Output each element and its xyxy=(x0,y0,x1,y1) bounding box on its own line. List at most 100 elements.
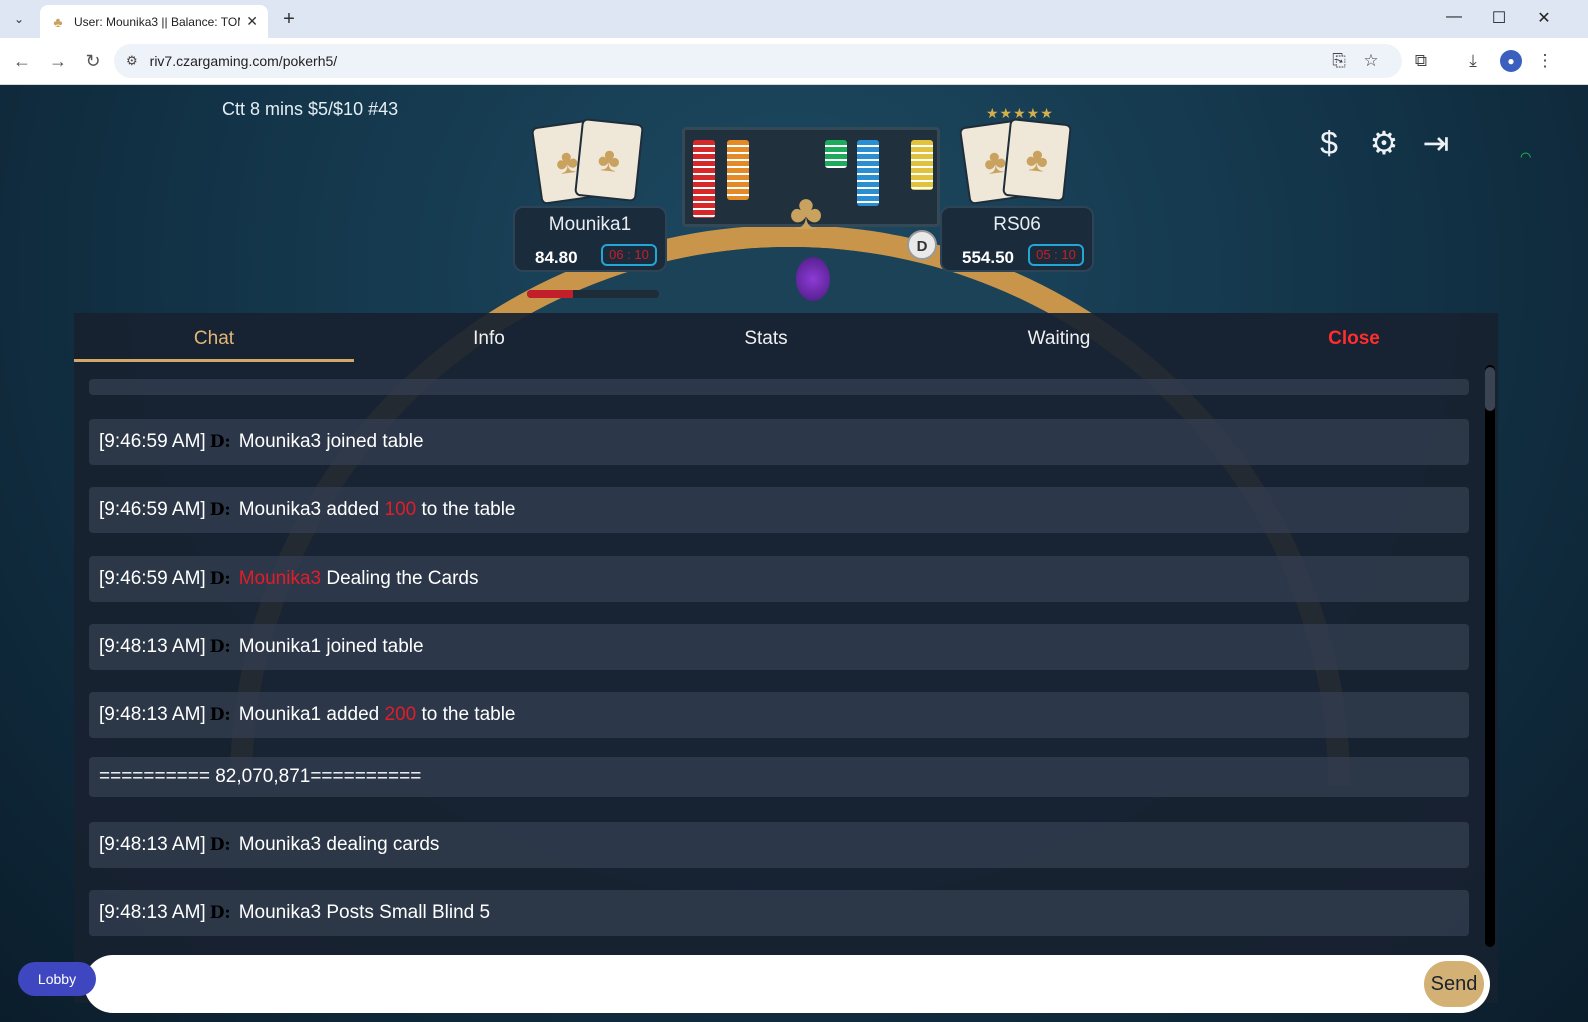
player-name: Mounika1 xyxy=(548,214,632,235)
message-text: Mounika3 dealing cards xyxy=(238,834,440,855)
player-timer: 06 : 10 xyxy=(601,244,657,266)
message-text: Mounika3 joined table xyxy=(238,431,424,452)
card-back-icon: ♣ xyxy=(574,117,644,203)
browser-tab-bar: ⌄ ♣ User: Mounika3 || Balance: TOM ✕ + —… xyxy=(0,0,1588,38)
blue-chip-stack xyxy=(857,140,879,206)
dealer-icon: D: xyxy=(209,705,231,725)
install-app-icon[interactable]: ⎘ xyxy=(1328,51,1350,71)
message-text: to the table xyxy=(416,704,516,725)
message-time: [9:46:59 AM] xyxy=(99,499,206,520)
orange-chip-stack xyxy=(727,140,749,200)
forward-arrow-icon[interactable]: → xyxy=(46,50,70,72)
turn-progress-fill xyxy=(527,290,574,298)
chat-panel: Chat Info Stats Waiting Close [9:46:59 A… xyxy=(74,313,1498,1003)
message-time: [9:46:59 AM] xyxy=(99,568,206,589)
chat-scrollbar[interactable] xyxy=(1485,365,1495,947)
chat-scrollbar-thumb[interactable] xyxy=(1485,367,1495,411)
message-text: to the table xyxy=(416,499,516,520)
url-text: riv7.czargaming.com/pokerh5/ xyxy=(149,53,338,69)
message-highlight: Mounika3 xyxy=(238,568,322,589)
maximize-button[interactable]: ☐ xyxy=(1487,8,1511,28)
back-arrow-icon[interactable]: ← xyxy=(10,50,34,72)
message-text: Mounika3 Posts Small Blind 5 xyxy=(238,902,491,923)
address-bar[interactable]: ⚙ riv7.czargaming.com/pokerh5/ xyxy=(114,44,1402,78)
tab-close[interactable]: Close xyxy=(1284,328,1424,350)
minimize-button[interactable]: — xyxy=(1442,8,1466,26)
chat-input[interactable] xyxy=(114,965,1414,1003)
hole-cards: ♣ ♣ xyxy=(958,117,1072,205)
message-time: [9:48:13 AM] xyxy=(99,902,206,923)
message-time: [9:48:13 AM] xyxy=(99,834,206,855)
player-timer: 05 : 10 xyxy=(1028,244,1084,266)
lobby-button[interactable]: Lobby xyxy=(18,962,96,996)
downloads-icon[interactable]: ⤓ xyxy=(1462,51,1484,71)
tab-title: User: Mounika3 || Balance: TOM xyxy=(74,14,241,29)
browser-toolbar: ← → ↻ ⚙ riv7.czargaming.com/pokerh5/ ⎘ ☆… xyxy=(0,38,1588,85)
tab-chat[interactable]: Chat xyxy=(74,328,354,350)
browser-tab[interactable]: ♣ User: Mounika3 || Balance: TOM ✕ xyxy=(40,5,268,38)
message-time: [9:48:13 AM] xyxy=(99,704,206,725)
list-item: [9:46:59 AM] D: Mounika3 joined table xyxy=(89,419,1469,465)
message-text: Mounika1 added xyxy=(238,704,385,725)
card-back-icon: ♣ xyxy=(1002,117,1072,203)
bookmark-star-icon[interactable]: ☆ xyxy=(1360,51,1382,71)
send-button[interactable]: Send xyxy=(1424,961,1484,1007)
pot-chip-icon xyxy=(796,257,830,301)
player-name: RS06 xyxy=(993,214,1041,235)
tab-list-dropdown-icon[interactable]: ⌄ xyxy=(8,8,30,30)
wifi-signal-icon: ◠ xyxy=(1520,149,1532,164)
list-item: [9:48:13 AM] D: Mounika3 dealing cards xyxy=(89,822,1469,868)
dealer-icon: D: xyxy=(209,637,231,657)
hand-separator: ========== 82,070,871========== xyxy=(99,766,422,787)
hole-cards: ♣ ♣ xyxy=(530,117,644,205)
window-close-button[interactable]: ✕ xyxy=(1532,8,1556,28)
new-tab-button[interactable]: + xyxy=(278,8,300,30)
message-highlight: 200 xyxy=(384,704,417,725)
player-plate: RS06 554.50 05 : 10 xyxy=(940,206,1094,272)
message-time: [9:48:13 AM] xyxy=(99,636,206,657)
table-title: Ctt 8 mins $5/$10 #43 xyxy=(222,99,399,119)
list-item: [9:48:13 AM] D: Mounika1 added 200 to th… xyxy=(89,692,1469,738)
profile-avatar-icon[interactable]: ● xyxy=(1500,50,1522,72)
list-item: ========== 82,070,871========== xyxy=(89,757,1469,797)
club-logo-icon: ♣ xyxy=(789,184,823,240)
message-text: Mounika1 joined table xyxy=(238,636,424,657)
list-item: [9:46:59 AM] D: Mounika3 Dealing the Car… xyxy=(89,556,1469,602)
list-item: [9:46:59 AM] D: Mounika3 added 100 to th… xyxy=(89,487,1469,533)
message-highlight: 100 xyxy=(384,499,417,520)
reload-icon[interactable]: ↻ xyxy=(81,50,105,72)
turn-progress-bar xyxy=(527,290,659,298)
menu-kebab-icon[interactable]: ⋮ xyxy=(1534,51,1556,71)
tab-waiting[interactable]: Waiting xyxy=(989,328,1129,350)
site-info-icon[interactable]: ⚙ xyxy=(126,53,138,69)
dealer-button: D xyxy=(907,230,937,260)
club-favicon-icon: ♣ xyxy=(53,13,63,30)
yellow-chip-stack xyxy=(911,140,933,190)
settings-gear-icon[interactable]: ⚙ xyxy=(1364,123,1404,163)
tab-stats[interactable]: Stats xyxy=(696,328,836,350)
dealer-icon: D: xyxy=(209,903,231,923)
dealer-icon: D: xyxy=(209,500,231,520)
message-text: Mounika3 added xyxy=(238,499,385,520)
list-item: [9:48:13 AM] D: Mounika3 Posts Small Bli… xyxy=(89,890,1469,936)
red-chip-stack xyxy=(693,140,715,218)
active-tab-indicator xyxy=(74,359,354,362)
player-plate: Mounika1 84.80 06 : 10 xyxy=(513,206,667,272)
message-text: Dealing the Cards xyxy=(321,568,479,589)
tab-info[interactable]: Info xyxy=(419,328,559,350)
player-chips: 84.80 xyxy=(535,248,578,267)
list-item xyxy=(89,379,1469,395)
dealer-icon: D: xyxy=(209,432,231,452)
list-item: [9:48:13 AM] D: Mounika1 joined table xyxy=(89,624,1469,670)
green-chip-stack xyxy=(825,140,847,168)
exit-icon[interactable]: ⇥ xyxy=(1416,123,1456,163)
chat-input-container: Send xyxy=(84,955,1490,1013)
player-chips: 554.50 xyxy=(962,248,1014,267)
message-time: [9:46:59 AM] xyxy=(99,431,206,452)
dealer-icon: D: xyxy=(209,569,231,589)
cashier-dollar-icon[interactable]: $ xyxy=(1309,123,1349,163)
tab-close-icon[interactable]: ✕ xyxy=(246,13,258,30)
poker-game-area: Ctt 8 mins $5/$10 #43 ♣ ♣ ♣ Mounika1 84.… xyxy=(0,85,1588,1022)
extensions-icon[interactable]: ⧉ xyxy=(1410,51,1432,71)
dealer-icon: D: xyxy=(209,835,231,855)
